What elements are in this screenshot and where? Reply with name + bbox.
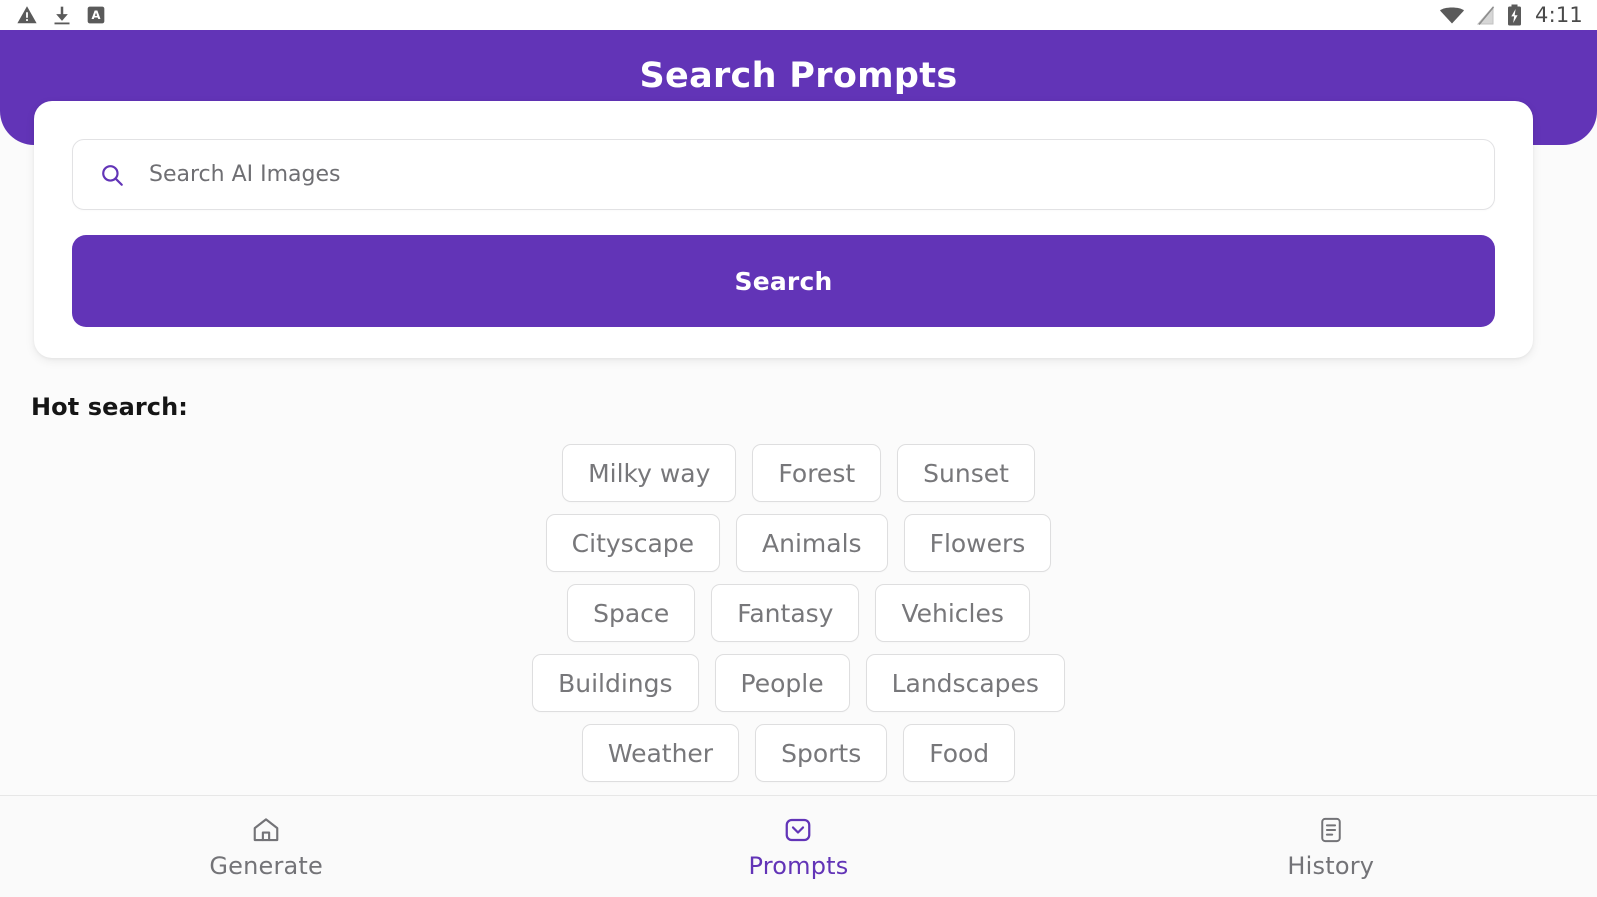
chip-forest[interactable]: Forest xyxy=(752,444,882,502)
chip-weather[interactable]: Weather xyxy=(581,724,740,782)
chevron-square-icon xyxy=(783,813,813,847)
bottom-navigation-bar: Generate Prompts History xyxy=(0,795,1597,897)
chip-sunset[interactable]: Sunset xyxy=(897,444,1035,502)
nav-item-history[interactable]: History xyxy=(1065,796,1597,897)
search-field-container[interactable] xyxy=(72,139,1495,210)
chip-row: Space Fantasy Vehicles xyxy=(0,584,1597,642)
status-bar: A 4:11 xyxy=(0,0,1597,30)
chip-people[interactable]: People xyxy=(714,654,850,712)
chip-animals[interactable]: Animals xyxy=(736,514,888,572)
search-input[interactable] xyxy=(127,140,1494,209)
battery-charging-icon xyxy=(1507,4,1522,26)
chip-fantasy[interactable]: Fantasy xyxy=(711,584,860,642)
document-lines-icon xyxy=(1317,813,1345,847)
chip-milky-way[interactable]: Milky way xyxy=(562,444,737,502)
hot-search-chips: Milky way Forest Sunset Cityscape Animal… xyxy=(0,444,1597,794)
nav-label-generate: Generate xyxy=(209,852,324,880)
chip-row: Milky way Forest Sunset xyxy=(0,444,1597,502)
download-icon xyxy=(52,4,72,26)
chip-row: Weather Sports Food xyxy=(0,724,1597,782)
chip-cityscape[interactable]: Cityscape xyxy=(545,514,721,572)
status-bar-left-icons: A xyxy=(16,4,106,26)
chip-flowers[interactable]: Flowers xyxy=(903,514,1052,572)
nav-item-generate[interactable]: Generate xyxy=(0,796,532,897)
chip-space[interactable]: Space xyxy=(567,584,696,642)
warning-triangle-icon xyxy=(16,4,38,26)
status-bar-right-icons: 4:11 xyxy=(1439,4,1583,26)
chip-buildings[interactable]: Buildings xyxy=(532,654,699,712)
chip-landscapes[interactable]: Landscapes xyxy=(865,654,1065,712)
search-card: Search xyxy=(34,101,1533,358)
nav-label-history: History xyxy=(1287,852,1375,880)
signal-off-icon xyxy=(1476,5,1496,26)
home-icon xyxy=(251,813,281,847)
nav-label-prompts: Prompts xyxy=(748,852,849,880)
chip-sports[interactable]: Sports xyxy=(755,724,888,782)
wifi-icon xyxy=(1439,5,1465,25)
chip-row: Cityscape Animals Flowers xyxy=(0,514,1597,572)
chip-food[interactable]: Food xyxy=(903,724,1016,782)
chip-vehicles[interactable]: Vehicles xyxy=(875,584,1030,642)
chip-row: Buildings People Landscapes xyxy=(0,654,1597,712)
hot-search-label: Hot search: xyxy=(31,393,189,421)
search-icon xyxy=(97,162,127,188)
search-button[interactable]: Search xyxy=(72,235,1495,327)
screenshot-a-icon: A xyxy=(86,4,106,26)
page-title: Search Prompts xyxy=(639,56,958,96)
status-bar-clock: 4:11 xyxy=(1535,2,1583,27)
nav-item-prompts[interactable]: Prompts xyxy=(532,796,1064,897)
svg-text:A: A xyxy=(91,8,100,22)
